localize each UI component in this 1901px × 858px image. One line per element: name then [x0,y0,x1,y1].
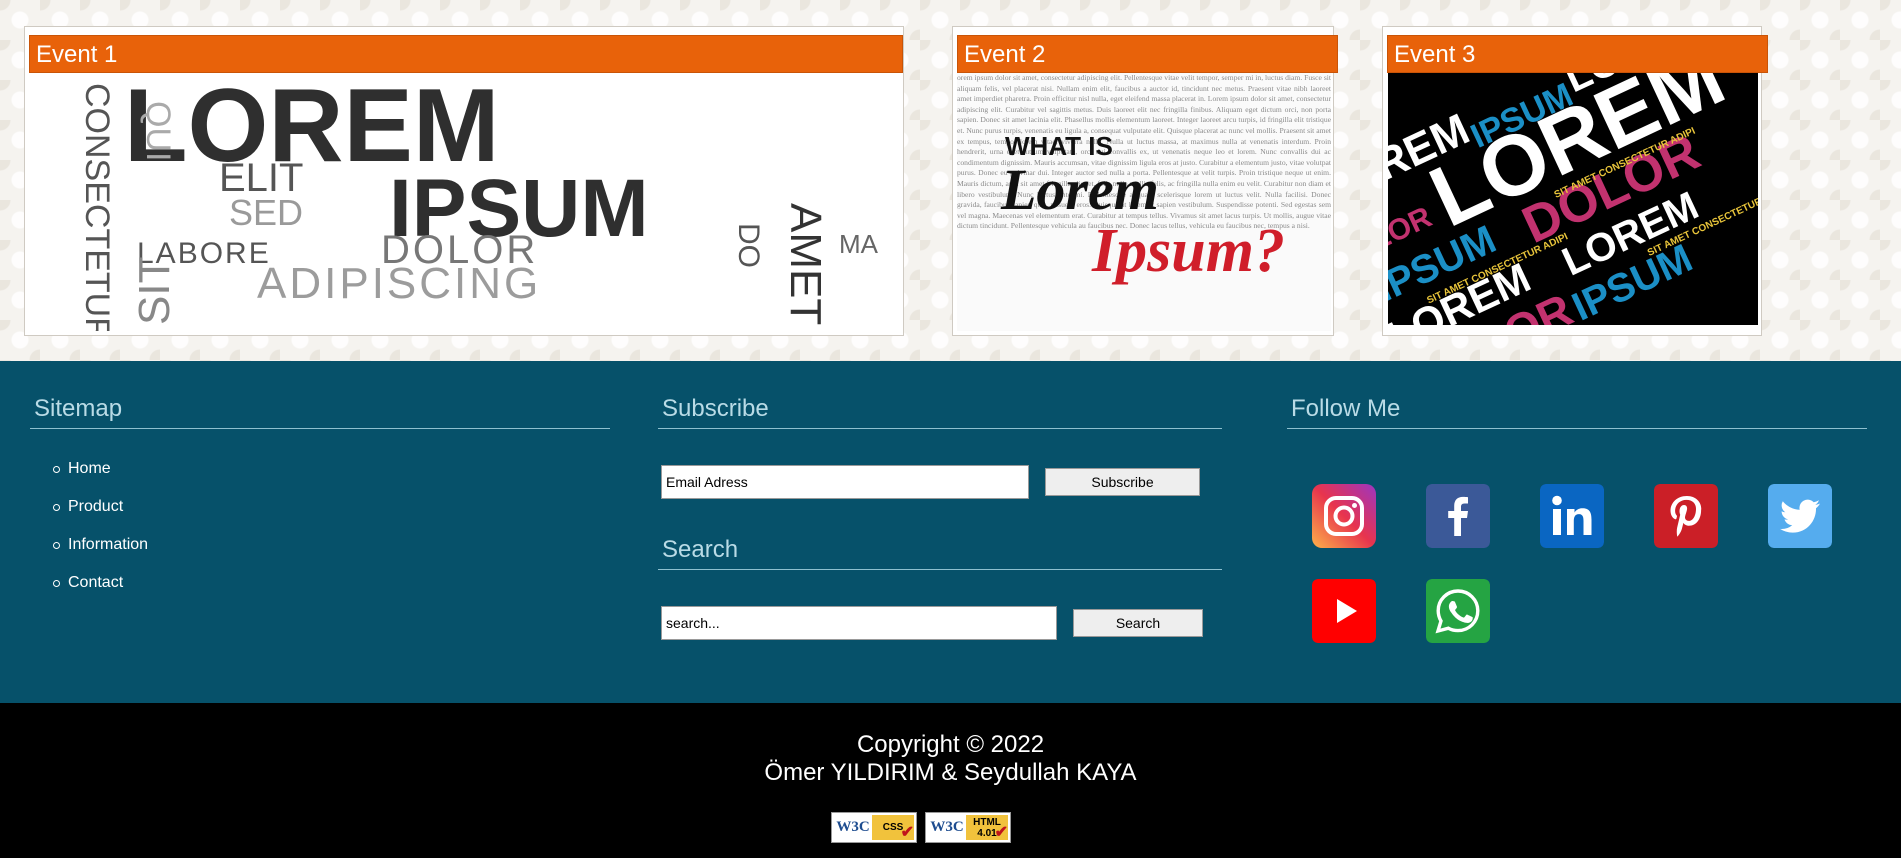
sitemap-list: Home Product Information Contact [52,459,148,611]
linkedin-icon[interactable] [1540,484,1604,548]
facebook-icon[interactable] [1426,484,1490,548]
checkmark-icon: ✔ [900,824,914,841]
lorem-word-cloud-image: LOREM IPSUM ELIT SED QUI CONSECTETUR LAB… [29,73,899,331]
svg-text:Lorem: Lorem [1000,157,1159,222]
w3c-html-badge[interactable]: W3C HTML 4.01 ✔ [925,812,1011,843]
svg-text:ADIPISCING: ADIPISCING [257,259,541,308]
event-title: Event 2 [957,35,1338,73]
search-input[interactable] [661,606,1057,640]
event-card-3[interactable]: Event 3 LOREM IPSUM LOREM LOREM DOLOR IP… [1382,26,1768,336]
subscribe-heading: Subscribe [662,395,769,422]
divider [658,569,1222,570]
w3c-css-badge[interactable]: W3C CSS ✔ [831,812,917,843]
svg-text:Ipsum?: Ipsum? [1091,217,1285,285]
email-field[interactable] [661,465,1029,499]
svg-text:AMET: AMET [781,203,830,325]
svg-text:CONSECTETUR: CONSECTETUR [78,83,116,331]
event-title: Event 1 [29,35,903,73]
instagram-icon[interactable] [1312,484,1376,548]
event-title: Event 3 [1387,35,1768,73]
sitemap-item-information: Information [52,535,148,573]
authors-text: Ömer YILDIRIM & Seydullah KAYA [764,759,1137,786]
youtube-icon[interactable] [1312,579,1376,643]
checkmark-icon: ✔ [994,824,1008,841]
pinterest-icon[interactable] [1654,484,1718,548]
divider [30,428,610,429]
svg-text:SED: SED [229,192,303,233]
sitemap-item-home: Home [52,459,148,497]
twitter-icon[interactable] [1768,484,1832,548]
sitemap-item-contact: Contact [52,573,148,611]
search-heading: Search [662,536,739,563]
lorem-typography-image: LOREM IPSUM LOREM LOREM DOLOR IPSUM DOLO… [1388,73,1758,325]
event-2-image[interactable]: orem ipsum dolor sit amet, consectetur a… [957,73,1331,331]
sitemap-link-product[interactable]: Product [68,498,123,515]
svg-text:DO: DO [732,223,765,268]
subscribe-button[interactable]: Subscribe [1045,468,1200,496]
event-card-2[interactable]: Event 2 orem ipsum dolor sit amet, conse… [952,26,1338,336]
svg-text:SIT: SIT [130,257,179,325]
event-3-image[interactable]: LOREM IPSUM LOREM LOREM DOLOR IPSUM DOLO… [1388,73,1758,325]
sitemap-heading: Sitemap [34,395,123,422]
footer-info-section: Sitemap Home Product Information Contact… [0,361,1901,703]
copyright-section: Copyright © 2022 Ömer YILDIRIM & Seydull… [0,703,1901,858]
svg-text:MA: MA [839,229,879,259]
divider [658,428,1222,429]
sitemap-link-home[interactable]: Home [68,460,111,477]
svg-text:QUI: QUI [139,101,177,161]
divider [1287,428,1867,429]
follow-heading: Follow Me [1291,395,1401,422]
sitemap-link-contact[interactable]: Contact [68,574,123,591]
search-button[interactable]: Search [1073,609,1203,637]
what-is-lorem-ipsum-graphic: WHAT IS Lorem Ipsum? [1000,131,1285,285]
whatsapp-icon[interactable] [1426,579,1490,643]
sitemap-item-product: Product [52,497,148,535]
sitemap-link-information[interactable]: Information [68,536,148,553]
event-1-image[interactable]: LOREM IPSUM ELIT SED QUI CONSECTETUR LAB… [29,73,899,331]
event-card-1[interactable]: Event 1 LOREM IPSUM ELIT SED QUI CONSECT… [24,26,904,336]
copyright-text: Copyright © 2022 [856,731,1045,758]
events-section: Event 1 LOREM IPSUM ELIT SED QUI CONSECT… [0,0,1901,361]
